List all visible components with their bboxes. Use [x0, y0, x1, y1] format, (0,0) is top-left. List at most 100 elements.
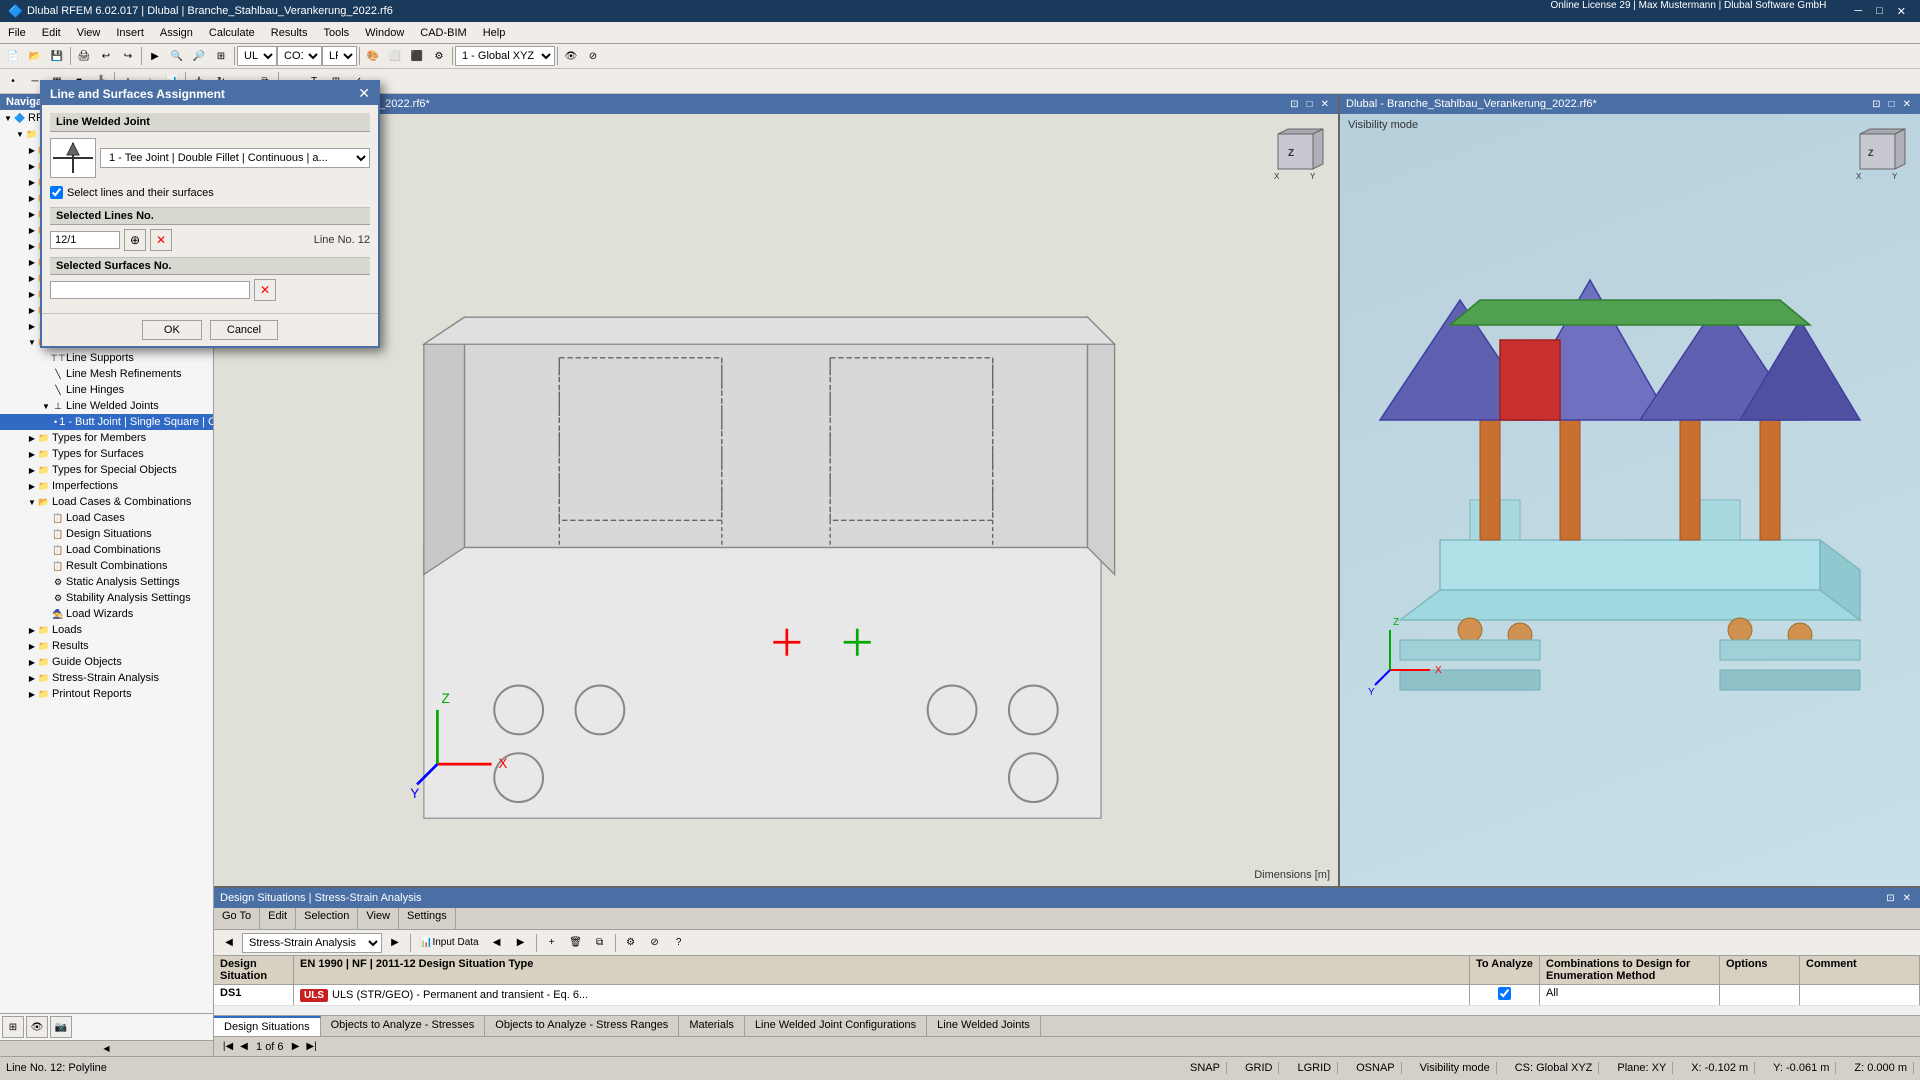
toolbar-open[interactable]: 📂 [24, 45, 46, 67]
bottom-nav-selection[interactable]: Selection [296, 908, 358, 929]
expand-op[interactable]: ▶ [26, 242, 38, 251]
tab-welded-joints[interactable]: Line Welded Joints [927, 1016, 1041, 1036]
status-lgrid[interactable]: LGRID [1291, 1062, 1338, 1074]
menu-cad-bim[interactable]: CAD-BIM [412, 22, 474, 43]
tree-item-printout-reports[interactable]: ▶ 📁 Printout Reports [0, 686, 213, 702]
view-left-restore[interactable]: ⊡ [1287, 99, 1301, 110]
expand-printout-reports[interactable]: ▶ [26, 690, 38, 699]
expand-dlubal[interactable]: ▼ [14, 130, 26, 139]
expand-imperfections[interactable]: ▶ [26, 482, 38, 491]
tree-item-line-welded[interactable]: ▼ ⊥ Line Welded Joints [0, 398, 213, 414]
toolbar-filter[interactable]: ⊘ [582, 45, 604, 67]
minimize-button[interactable]: ─ [1848, 0, 1868, 22]
toolbar-zoom-out[interactable]: 🔎 [188, 45, 210, 67]
dialog-close-btn[interactable]: ✕ [358, 85, 370, 102]
expand-types-nodes[interactable]: ▶ [26, 322, 38, 331]
expand-load-cases-comb[interactable]: ▼ [26, 498, 38, 507]
expand-mi2[interactable]: ▶ [26, 274, 38, 283]
menu-calculate[interactable]: Calculate [201, 22, 263, 43]
menu-edit[interactable]: Edit [34, 22, 69, 43]
toolbar-options[interactable]: ⚙ [428, 45, 450, 67]
page-last-btn[interactable]: ▶| [304, 1039, 320, 1055]
toolbar-shaded[interactable]: ⬛ [406, 45, 428, 67]
bottom-tb-delete[interactable]: 🗑 [565, 932, 587, 954]
tree-item-types-members[interactable]: ▶ 📁 Types for Members [0, 430, 213, 446]
uls-select[interactable]: ULS [237, 46, 277, 66]
expand-types-members[interactable]: ▶ [26, 434, 38, 443]
bottom-tb-prev2[interactable]: ◀ [486, 932, 508, 954]
tree-item-types-special[interactable]: ▶ 📁 Types for Special Objects [0, 462, 213, 478]
cancel-button[interactable]: Cancel [210, 320, 278, 340]
table-row-ds1[interactable]: DS1 ULS ULS (STR/GEO) - Permanent and tr… [214, 985, 1920, 1006]
toolbar-visibility[interactable]: 👁 [560, 45, 582, 67]
expand-results[interactable]: ▶ [26, 642, 38, 651]
status-osnap[interactable]: OSNAP [1350, 1062, 1402, 1074]
bottom-tb-help[interactable]: ? [668, 932, 690, 954]
tree-item-static-analysis[interactable]: ⚙ Static Analysis Settings [0, 574, 213, 590]
nav-btn-camera[interactable]: 📷 [50, 1016, 72, 1038]
bottom-close-btn[interactable]: ✕ [1900, 893, 1914, 904]
close-button[interactable]: ✕ [1891, 0, 1912, 22]
menu-help[interactable]: Help [475, 22, 514, 43]
toolbar-render[interactable]: 🎨 [362, 45, 384, 67]
toolbar-undo[interactable]: ↩ [95, 45, 117, 67]
tree-item-loads[interactable]: ▶ 📁 Loads [0, 622, 213, 638]
tab-objects-stress-ranges[interactable]: Objects to Analyze - Stress Ranges [485, 1016, 679, 1036]
maximize-button[interactable]: □ [1870, 0, 1889, 22]
bottom-tb-input[interactable]: 📊 Input Data [415, 932, 484, 954]
tab-materials[interactable]: Materials [679, 1016, 745, 1036]
tree-item-stress-strain[interactable]: ▶ 📁 Stress-Strain Analysis [0, 670, 213, 686]
menu-window[interactable]: Window [357, 22, 412, 43]
bottom-tb-copy[interactable]: ⧉ [589, 932, 611, 954]
selected-surfaces-input[interactable] [50, 281, 250, 299]
bottom-nav-goto[interactable]: Go To [214, 908, 260, 929]
expand-types-lines[interactable]: ▼ [26, 338, 38, 347]
expand-guide-objects[interactable]: ▶ [26, 658, 38, 667]
view-right-maximize[interactable]: □ [1886, 99, 1898, 110]
tree-item-butt-joint[interactable]: • 1 - Butt Joint | Single Square | Cont [0, 414, 213, 430]
title-bar-right[interactable]: Online License 29 | Max Mustermann | Dlu… [1550, 0, 1912, 22]
ds1-checkbox[interactable] [1498, 987, 1511, 1000]
ok-button[interactable]: OK [142, 320, 202, 340]
tree-item-stability-analysis[interactable]: ⚙ Stability Analysis Settings [0, 590, 213, 606]
menu-insert[interactable]: Insert [108, 22, 152, 43]
toolbar-zoom-all[interactable]: ⊞ [210, 45, 232, 67]
toolbar-redo[interactable]: ↪ [117, 45, 139, 67]
expand-stress-strain[interactable]: ▶ [26, 674, 38, 683]
expand-li[interactable]: ▶ [26, 258, 38, 267]
status-visibility[interactable]: Visibility mode [1414, 1062, 1497, 1074]
page-next-btn[interactable]: ▶ [288, 1039, 304, 1055]
nav-btn-grid[interactable]: ⊞ [2, 1016, 24, 1038]
menu-file[interactable]: File [0, 22, 34, 43]
co1-select[interactable]: CO1 [277, 46, 322, 66]
toolbar-zoom-in[interactable]: 🔍 [166, 45, 188, 67]
bottom-tb-prev[interactable]: ◀ [218, 932, 240, 954]
dialog-joint-select[interactable]: 1 - Tee Joint | Double Fillet | Continuo… [100, 148, 370, 168]
expand-ma[interactable]: ▶ [26, 162, 38, 171]
tree-item-results[interactable]: ▶ 📁 Results [0, 638, 213, 654]
lf1-select[interactable]: LF1 [322, 46, 357, 66]
expand-types-surfaces[interactable]: ▶ [26, 450, 38, 459]
tree-item-guide-objects[interactable]: ▶ 📁 Guide Objects [0, 654, 213, 670]
menu-tools[interactable]: Tools [315, 22, 357, 43]
cell-ds1-analyze[interactable] [1470, 985, 1540, 1005]
tree-item-load-cases[interactable]: 📋 Load Cases [0, 510, 213, 526]
tree-item-types-surfaces[interactable]: ▶ 📁 Types for Surfaces [0, 446, 213, 462]
toolbar-save[interactable]: 💾 [46, 45, 68, 67]
bottom-tb-filter[interactable]: ⊘ [644, 932, 666, 954]
view-right-restore[interactable]: ⊡ [1869, 99, 1883, 110]
expand-su[interactable]: ▶ [26, 290, 38, 299]
tree-item-result-combinations[interactable]: 📋 Result Combinations [0, 558, 213, 574]
page-first-btn[interactable]: |◀ [220, 1039, 236, 1055]
lines-clear-btn[interactable]: ✕ [150, 229, 172, 251]
menu-assign[interactable]: Assign [152, 22, 201, 43]
toolbar-node[interactable]: • [2, 70, 24, 92]
bottom-tb-next2[interactable]: ▶ [510, 932, 532, 954]
nav-collapse-handle[interactable]: ◀ [0, 1040, 213, 1056]
tree-item-load-wizards[interactable]: 🧙 Load Wizards [0, 606, 213, 622]
expand-no[interactable]: ▶ [26, 210, 38, 219]
status-snap[interactable]: SNAP [1184, 1062, 1227, 1074]
toolbar-wireframe[interactable]: ⬜ [384, 45, 406, 67]
toolbar-select[interactable]: ▶ [144, 45, 166, 67]
bottom-nav-settings[interactable]: Settings [399, 908, 456, 929]
